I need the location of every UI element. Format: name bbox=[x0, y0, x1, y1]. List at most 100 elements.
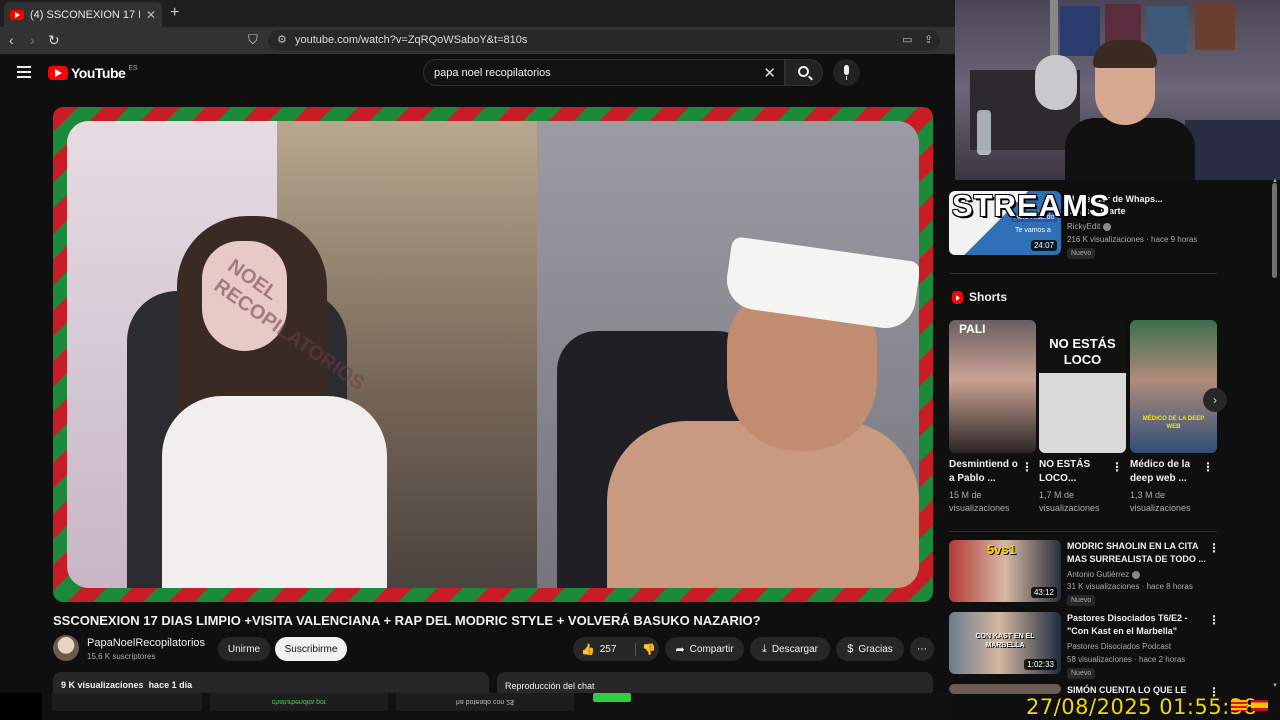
short-title[interactable]: Médico de la deep web ... bbox=[1130, 458, 1202, 486]
search-button[interactable] bbox=[785, 59, 823, 86]
video-menu-icon[interactable]: ⋮ bbox=[1208, 541, 1220, 555]
streams-overlay-text: STREAMS bbox=[952, 188, 1111, 223]
like-count: 257 bbox=[599, 643, 617, 655]
close-tab-icon[interactable]: ✕ bbox=[146, 8, 156, 22]
related-video-title[interactable]: MODRIC SHAOLIN EN LA CITA bbox=[1067, 540, 1199, 552]
cast-icon[interactable]: ▭ bbox=[902, 33, 912, 46]
download-button[interactable]: ⤓ Descargar bbox=[750, 637, 830, 661]
cam-poster bbox=[1147, 6, 1187, 54]
share-button[interactable]: ➦ Compartir bbox=[665, 637, 744, 661]
cam-streamer-hair bbox=[1093, 40, 1157, 68]
search-icon bbox=[798, 66, 809, 77]
related-video-thumbnail[interactable] bbox=[949, 684, 1061, 694]
cam-bottle bbox=[977, 110, 991, 155]
browser-address-bar: ‹ › ↻ ⛉ ⚙ youtube.com/watch?v=ZqRQoWSabo… bbox=[0, 27, 955, 54]
short-meta: 1,3 M de visualizaciones bbox=[1130, 490, 1191, 513]
upload-date: hace 1 día bbox=[148, 680, 193, 690]
webcam-overlay bbox=[955, 0, 1280, 180]
related-video-title[interactable]: "Con Kast en el Marbella" bbox=[1067, 625, 1177, 637]
channel-avatar[interactable] bbox=[53, 635, 79, 661]
join-button[interactable]: Unirme bbox=[218, 637, 270, 661]
video-menu-icon[interactable]: ⋮ bbox=[1208, 613, 1220, 627]
video-duration: 1:02:33 bbox=[1024, 659, 1057, 670]
more-actions-button[interactable]: ⋯ bbox=[910, 637, 934, 661]
search-input[interactable]: papa noel recopilatorios ✕ bbox=[423, 59, 785, 86]
video-frame: NOEL RECOPILATORIOS bbox=[67, 121, 919, 588]
share-page-icon[interactable]: ⇪ bbox=[924, 33, 933, 46]
verified-icon bbox=[1103, 222, 1112, 231]
short-title[interactable]: Desmintiend o a Pablo ... bbox=[949, 458, 1021, 486]
share-label: Compartir bbox=[689, 643, 734, 655]
url-field[interactable]: ⚙ youtube.com/watch?v=ZqRQoWSaboY&t=810s bbox=[268, 30, 940, 51]
short-meta: 15 M de visualizaciones bbox=[949, 490, 1010, 513]
related-video-title[interactable]: Pastores Disociados T6/E2 - bbox=[1067, 612, 1188, 624]
subscribe-button[interactable]: Suscribirme bbox=[275, 637, 347, 661]
site-info-icon[interactable]: ⚙ bbox=[277, 33, 287, 46]
back-icon[interactable]: ‹ bbox=[9, 32, 14, 48]
share-icon: ➦ bbox=[675, 643, 685, 656]
related-video-channel[interactable]: Antonio Gutiérrez bbox=[1067, 569, 1141, 580]
download-label: Descargar bbox=[771, 643, 818, 655]
sidebar-scrollbar[interactable] bbox=[1272, 183, 1277, 278]
related-video-title[interactable]: MAS SURREALISTA DE TODO ... bbox=[1067, 553, 1206, 565]
reload-icon[interactable]: ↻ bbox=[48, 32, 60, 49]
thanks-button[interactable]: $ Gracias bbox=[836, 637, 904, 661]
short-menu-icon[interactable]: ⋮ bbox=[1111, 460, 1123, 474]
dislike-icon[interactable]: 👎 bbox=[635, 642, 656, 656]
youtube-header: YouTube ES papa noel recopilatorios ✕ bbox=[0, 54, 955, 94]
menu-icon[interactable] bbox=[17, 66, 31, 78]
short-menu-icon[interactable]: ⋮ bbox=[1202, 460, 1214, 474]
bookmark-icon[interactable]: ⛉ bbox=[248, 32, 258, 48]
cam-microphone bbox=[1035, 55, 1077, 110]
video-duration: 43:12 bbox=[1030, 587, 1057, 598]
clear-search-icon[interactable]: ✕ bbox=[763, 64, 776, 82]
video-person2-body bbox=[607, 421, 919, 588]
short-thumbnail[interactable]: NO ESTÁS LOCO bbox=[1039, 320, 1126, 453]
thumb-text: CON KAST EN EL MARBELLA bbox=[975, 633, 1035, 649]
short-menu-icon[interactable]: ⋮ bbox=[1021, 460, 1033, 474]
shorts-icon bbox=[952, 290, 963, 304]
url-text: youtube.com/watch?v=ZqRQoWSaboY&t=810s bbox=[295, 34, 528, 46]
channel-name[interactable]: PapaNoelRecopilatorios bbox=[87, 637, 205, 649]
like-icon[interactable]: 👍 bbox=[581, 643, 595, 656]
short-title[interactable]: NO ESTÁS LOCO... bbox=[1039, 458, 1111, 486]
overlay-alert-3: ha boteado con 2$ bbox=[396, 693, 574, 711]
new-tab-icon[interactable]: + bbox=[170, 4, 179, 22]
logo-text: YouTube bbox=[71, 65, 126, 81]
video-player[interactable]: NOEL RECOPILATORIOS bbox=[53, 107, 933, 602]
cam-bed bbox=[1185, 120, 1280, 180]
new-badge: Nuevo bbox=[1067, 248, 1096, 259]
short-thumbnail[interactable]: MÉDICO DE LA DEEP WEB bbox=[1130, 320, 1217, 453]
video-person-body bbox=[162, 396, 387, 588]
video-title: SSCONEXION 17 DIAS LIMPIO +VISITA VALENC… bbox=[53, 613, 761, 628]
cam-mic-arm bbox=[1050, 0, 1058, 60]
related-video-meta: 216 K visualizaciones · hace 9 horas bbox=[1067, 235, 1198, 244]
subscriber-count: 15,6 K suscriptores bbox=[87, 652, 156, 661]
related-video-meta: 31 K visualizaciones · hace 8 horas bbox=[1067, 582, 1193, 591]
sidebar-divider bbox=[949, 273, 1217, 274]
new-badge: Nuevo bbox=[1067, 595, 1096, 606]
related-video-channel[interactable]: Pastores Disociados Podcast bbox=[1067, 641, 1171, 652]
shorts-next-button[interactable]: › bbox=[1203, 388, 1227, 412]
scroll-down-icon[interactable]: ▼ bbox=[1272, 683, 1278, 689]
voice-search-icon[interactable] bbox=[833, 59, 860, 86]
short-thumb-text: PALI bbox=[959, 322, 986, 336]
video-duration: 24:07 bbox=[1030, 240, 1057, 251]
overlay-left-block bbox=[0, 693, 42, 720]
search-query: papa noel recopilatorios bbox=[434, 67, 551, 79]
shorts-header: Shorts bbox=[952, 290, 1007, 304]
view-count: 9 K visualizaciones bbox=[61, 680, 144, 690]
youtube-logo[interactable]: YouTube ES bbox=[48, 65, 138, 81]
short-thumbnail[interactable]: PALI bbox=[949, 320, 1036, 453]
channel-label: Antonio Gutiérrez bbox=[1067, 570, 1130, 579]
forward-icon[interactable]: › bbox=[30, 32, 35, 48]
thumb-text: Te vamos a bbox=[1015, 227, 1051, 234]
catalonia-flag-icon bbox=[1231, 700, 1247, 711]
browser-tab[interactable]: (4) SSCONEXION 17 DIAS LIM ✕ bbox=[4, 2, 162, 27]
related-video-thumbnail[interactable]: CON KAST EN EL MARBELLA 1:02:33 bbox=[949, 612, 1061, 674]
more-icon: ⋯ bbox=[917, 643, 927, 655]
related-video-thumbnail[interactable]: 5vs1 43:12 bbox=[949, 540, 1061, 602]
tab-title: (4) SSCONEXION 17 DIAS LIM bbox=[30, 8, 140, 21]
short-thumb-text: MÉDICO DE LA DEEP WEB bbox=[1142, 416, 1205, 430]
stream-timestamp: 27/08/2025 01:55:38 bbox=[1026, 695, 1258, 719]
